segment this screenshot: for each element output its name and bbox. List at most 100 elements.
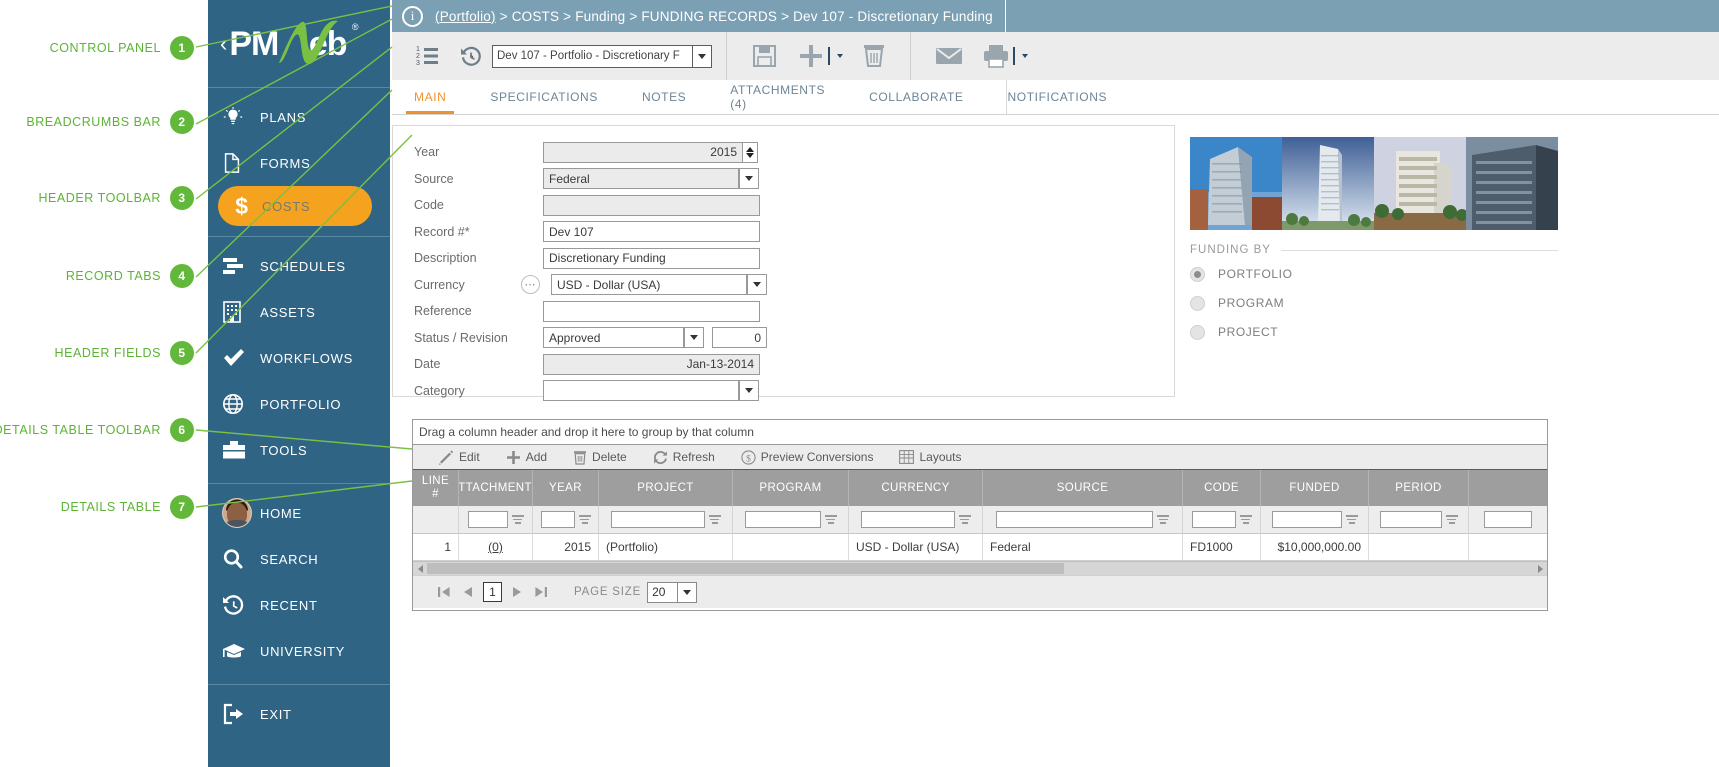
chevron-down-icon[interactable]: [739, 380, 759, 402]
sidebar-item-forms[interactable]: FORMS: [208, 140, 390, 186]
column-header-line[interactable]: LINE #: [413, 470, 459, 506]
prev-page-icon[interactable]: [459, 583, 477, 601]
filter-input[interactable]: [1379, 511, 1442, 528]
sidebar-item-university[interactable]: UNIVERSITY: [208, 628, 390, 674]
currency-select-value[interactable]: USD - Dollar (USA): [551, 274, 747, 296]
filter-input[interactable]: [996, 511, 1153, 528]
chevron-down-icon[interactable]: [684, 327, 704, 349]
table-row[interactable]: 1 (0) 2015 (Portfolio) USD - Dollar (USA…: [413, 534, 1547, 561]
chevron-down-icon[interactable]: [692, 45, 711, 67]
filter-input[interactable]: [610, 511, 705, 528]
print-button[interactable]: [973, 36, 1011, 76]
cell-attachments[interactable]: (0): [459, 534, 533, 560]
current-page-input[interactable]: 1: [483, 582, 502, 602]
tab-specifications[interactable]: SPECIFICATIONS: [468, 80, 620, 114]
date-input[interactable]: Jan-13-2014: [543, 353, 760, 375]
filter-input[interactable]: [1484, 511, 1532, 528]
filter-icon[interactable]: [1345, 515, 1358, 524]
preview-conversions-button[interactable]: $ Preview Conversions: [729, 445, 886, 470]
radio-icon[interactable]: [1190, 324, 1205, 340]
add-dropdown-button[interactable]: [826, 36, 852, 76]
sidebar-item-assets[interactable]: ASSETS: [208, 289, 390, 335]
currency-more-options-button[interactable]: ⋯: [521, 275, 540, 295]
column-header-code[interactable]: CODE: [1183, 470, 1261, 506]
collapse-sidebar-icon[interactable]: ‹: [220, 32, 227, 55]
sidebar-item-portfolio[interactable]: PORTFOLIO: [208, 381, 390, 427]
column-header-source[interactable]: SOURCE: [983, 470, 1183, 506]
add-button[interactable]: Add: [494, 445, 559, 470]
email-button[interactable]: [925, 36, 973, 76]
tab-main[interactable]: MAIN: [392, 80, 468, 114]
horizontal-scrollbar[interactable]: [413, 561, 1547, 575]
filter-icon[interactable]: [1157, 515, 1169, 524]
chevron-down-icon[interactable]: [677, 582, 696, 602]
reference-input[interactable]: [543, 300, 760, 322]
app-logo[interactable]: ‹ PMWeb ®: [208, 0, 390, 88]
tab-notifications[interactable]: NOTIFICATIONS: [986, 80, 1130, 114]
filter-input[interactable]: [1191, 511, 1236, 528]
tab-attachments[interactable]: ATTACHMENTS (4): [708, 80, 847, 114]
filter-icon[interactable]: [511, 515, 524, 524]
scroll-right-icon[interactable]: [1533, 564, 1547, 573]
filter-icon[interactable]: [1239, 515, 1252, 524]
tab-collaborate[interactable]: COLLABORATE: [847, 80, 985, 114]
save-button[interactable]: [741, 36, 788, 76]
delete-button[interactable]: Delete: [561, 445, 639, 470]
sidebar-item-tools[interactable]: TOOLS: [208, 427, 390, 473]
filter-icon[interactable]: [708, 515, 721, 524]
column-header-extra[interactable]: [1469, 470, 1547, 506]
filter-input[interactable]: [1271, 511, 1342, 528]
page-size-select[interactable]: 20: [647, 581, 698, 603]
sidebar-item-workflows[interactable]: WORKFLOWS: [208, 335, 390, 381]
radio-icon[interactable]: [1190, 266, 1205, 282]
revision-input[interactable]: 0: [712, 327, 767, 349]
radio-project[interactable]: PROJECT: [1190, 321, 1558, 343]
attachment-count-link[interactable]: (0): [488, 540, 503, 554]
filter-icon[interactable]: [578, 515, 591, 524]
code-input[interactable]: [543, 194, 760, 216]
filter-input[interactable]: [860, 511, 955, 528]
filter-icon[interactable]: [958, 515, 971, 524]
info-icon[interactable]: i: [402, 5, 423, 27]
delete-button[interactable]: [852, 36, 896, 76]
filter-input[interactable]: [467, 511, 508, 528]
print-dropdown-button[interactable]: [1011, 36, 1037, 76]
numbered-list-icon[interactable]: 123: [406, 36, 449, 76]
column-header-year[interactable]: YEAR: [533, 470, 599, 506]
edit-button[interactable]: Edit: [427, 445, 492, 470]
column-header-currency[interactable]: CURRENCY: [849, 470, 983, 506]
last-page-icon[interactable]: [532, 583, 550, 601]
column-header-funded[interactable]: FUNDED: [1261, 470, 1369, 506]
breadcrumb-root-link[interactable]: (Portfolio): [435, 9, 496, 24]
column-header-program[interactable]: PROGRAM: [733, 470, 849, 506]
filter-icon[interactable]: [1445, 515, 1458, 524]
column-header-project[interactable]: PROJECT: [599, 470, 733, 506]
chevron-down-icon[interactable]: [747, 274, 767, 296]
radio-portfolio[interactable]: PORTFOLIO: [1190, 263, 1558, 285]
sidebar-item-exit[interactable]: EXIT: [208, 691, 390, 737]
column-header-period[interactable]: PERIOD: [1369, 470, 1469, 506]
column-header-attachments[interactable]: ATTACHMENTS: [459, 470, 533, 506]
year-input[interactable]: 2015: [543, 141, 743, 163]
next-page-icon[interactable]: [508, 583, 526, 601]
add-button[interactable]: [788, 36, 826, 76]
sidebar-item-search[interactable]: SEARCH: [208, 536, 390, 582]
sidebar-item-costs[interactable]: $ COSTS: [218, 186, 372, 226]
record-select[interactable]: Dev 107 - Portfolio - Discretionary F: [492, 44, 712, 68]
first-page-icon[interactable]: [435, 583, 453, 601]
status-select-value[interactable]: Approved: [543, 327, 684, 349]
refresh-button[interactable]: Refresh: [641, 445, 727, 470]
radio-program[interactable]: PROGRAM: [1190, 292, 1558, 314]
scrollbar-thumb[interactable]: [427, 563, 1064, 574]
description-input[interactable]: Discretionary Funding: [543, 247, 760, 269]
sidebar-item-recent[interactable]: RECENT: [208, 582, 390, 628]
radio-icon[interactable]: [1190, 295, 1205, 311]
group-by-dropzone[interactable]: Drag a column header and drop it here to…: [413, 420, 1547, 445]
sidebar-item-home[interactable]: HOME: [208, 490, 390, 536]
source-select-value[interactable]: Federal: [543, 168, 739, 190]
sidebar-item-schedules[interactable]: SCHEDULES: [208, 243, 390, 289]
year-spinner[interactable]: [743, 141, 758, 163]
filter-input[interactable]: [540, 511, 575, 528]
category-select-value[interactable]: [543, 380, 739, 402]
history-icon[interactable]: [449, 36, 492, 76]
